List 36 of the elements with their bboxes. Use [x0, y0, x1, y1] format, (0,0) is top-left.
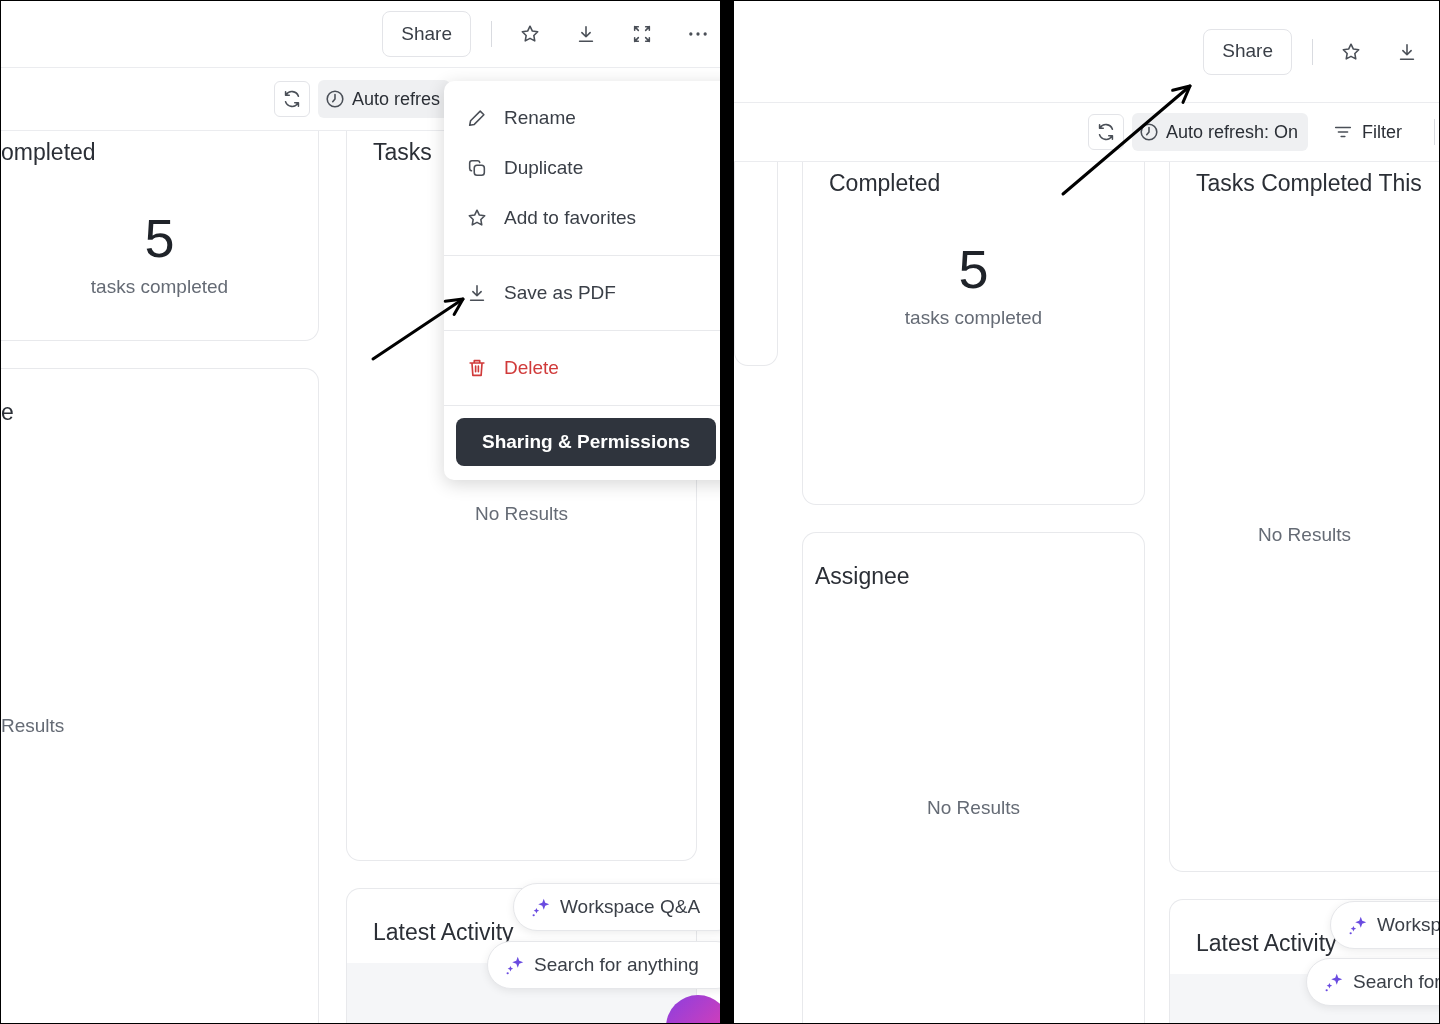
menu-item[interactable]: Duplicate	[444, 143, 720, 193]
card-title: Tasks Completed This	[1196, 168, 1422, 198]
sparkle-icon	[1347, 914, 1369, 936]
empty-state-text: Results	[1, 713, 65, 738]
empty-state-text: No Results	[475, 502, 568, 527]
menu-item[interactable]: Delete	[444, 343, 720, 393]
refresh-button[interactable]	[274, 81, 310, 118]
metric-caption: tasks completed	[904, 306, 1043, 331]
more-icon	[689, 32, 707, 37]
share-button[interactable]: Share	[1203, 28, 1292, 75]
ai-prompt-pill[interactable]: Search for anything	[487, 941, 720, 989]
share-button[interactable]: Share	[382, 11, 471, 58]
menu-item[interactable]: Add to favorites	[444, 193, 720, 243]
card-title: e	[1, 397, 14, 427]
card-title: Completed	[829, 168, 941, 198]
copy-icon	[466, 157, 488, 179]
refresh-button[interactable]	[1087, 114, 1124, 151]
menu-item[interactable]: Save as PDF	[444, 268, 720, 318]
card-title: ompleted	[1, 137, 96, 167]
empty-state-text: No Results	[927, 795, 1020, 820]
sharing-permissions-button[interactable]: Sharing & Permissions	[456, 418, 716, 466]
filter-button[interactable]: Filter	[1322, 113, 1412, 152]
card-title: Assignee	[815, 561, 910, 591]
metric-value: 5	[144, 211, 175, 266]
menu-item[interactable]: Rename	[444, 93, 720, 143]
sparkle-icon	[530, 896, 552, 918]
sparkle-icon	[1323, 971, 1345, 993]
card-title: Tasks	[373, 137, 432, 167]
pencil-icon	[466, 107, 488, 129]
metric-caption: tasks completed	[90, 275, 229, 300]
metric-value: 5	[958, 242, 989, 297]
ai-prompt-pill[interactable]: Workspace Q&A	[513, 883, 720, 931]
sparkle-icon	[504, 954, 526, 976]
empty-state-text: No Results	[1258, 523, 1351, 548]
star-icon	[466, 207, 488, 229]
trash-icon	[466, 357, 488, 379]
